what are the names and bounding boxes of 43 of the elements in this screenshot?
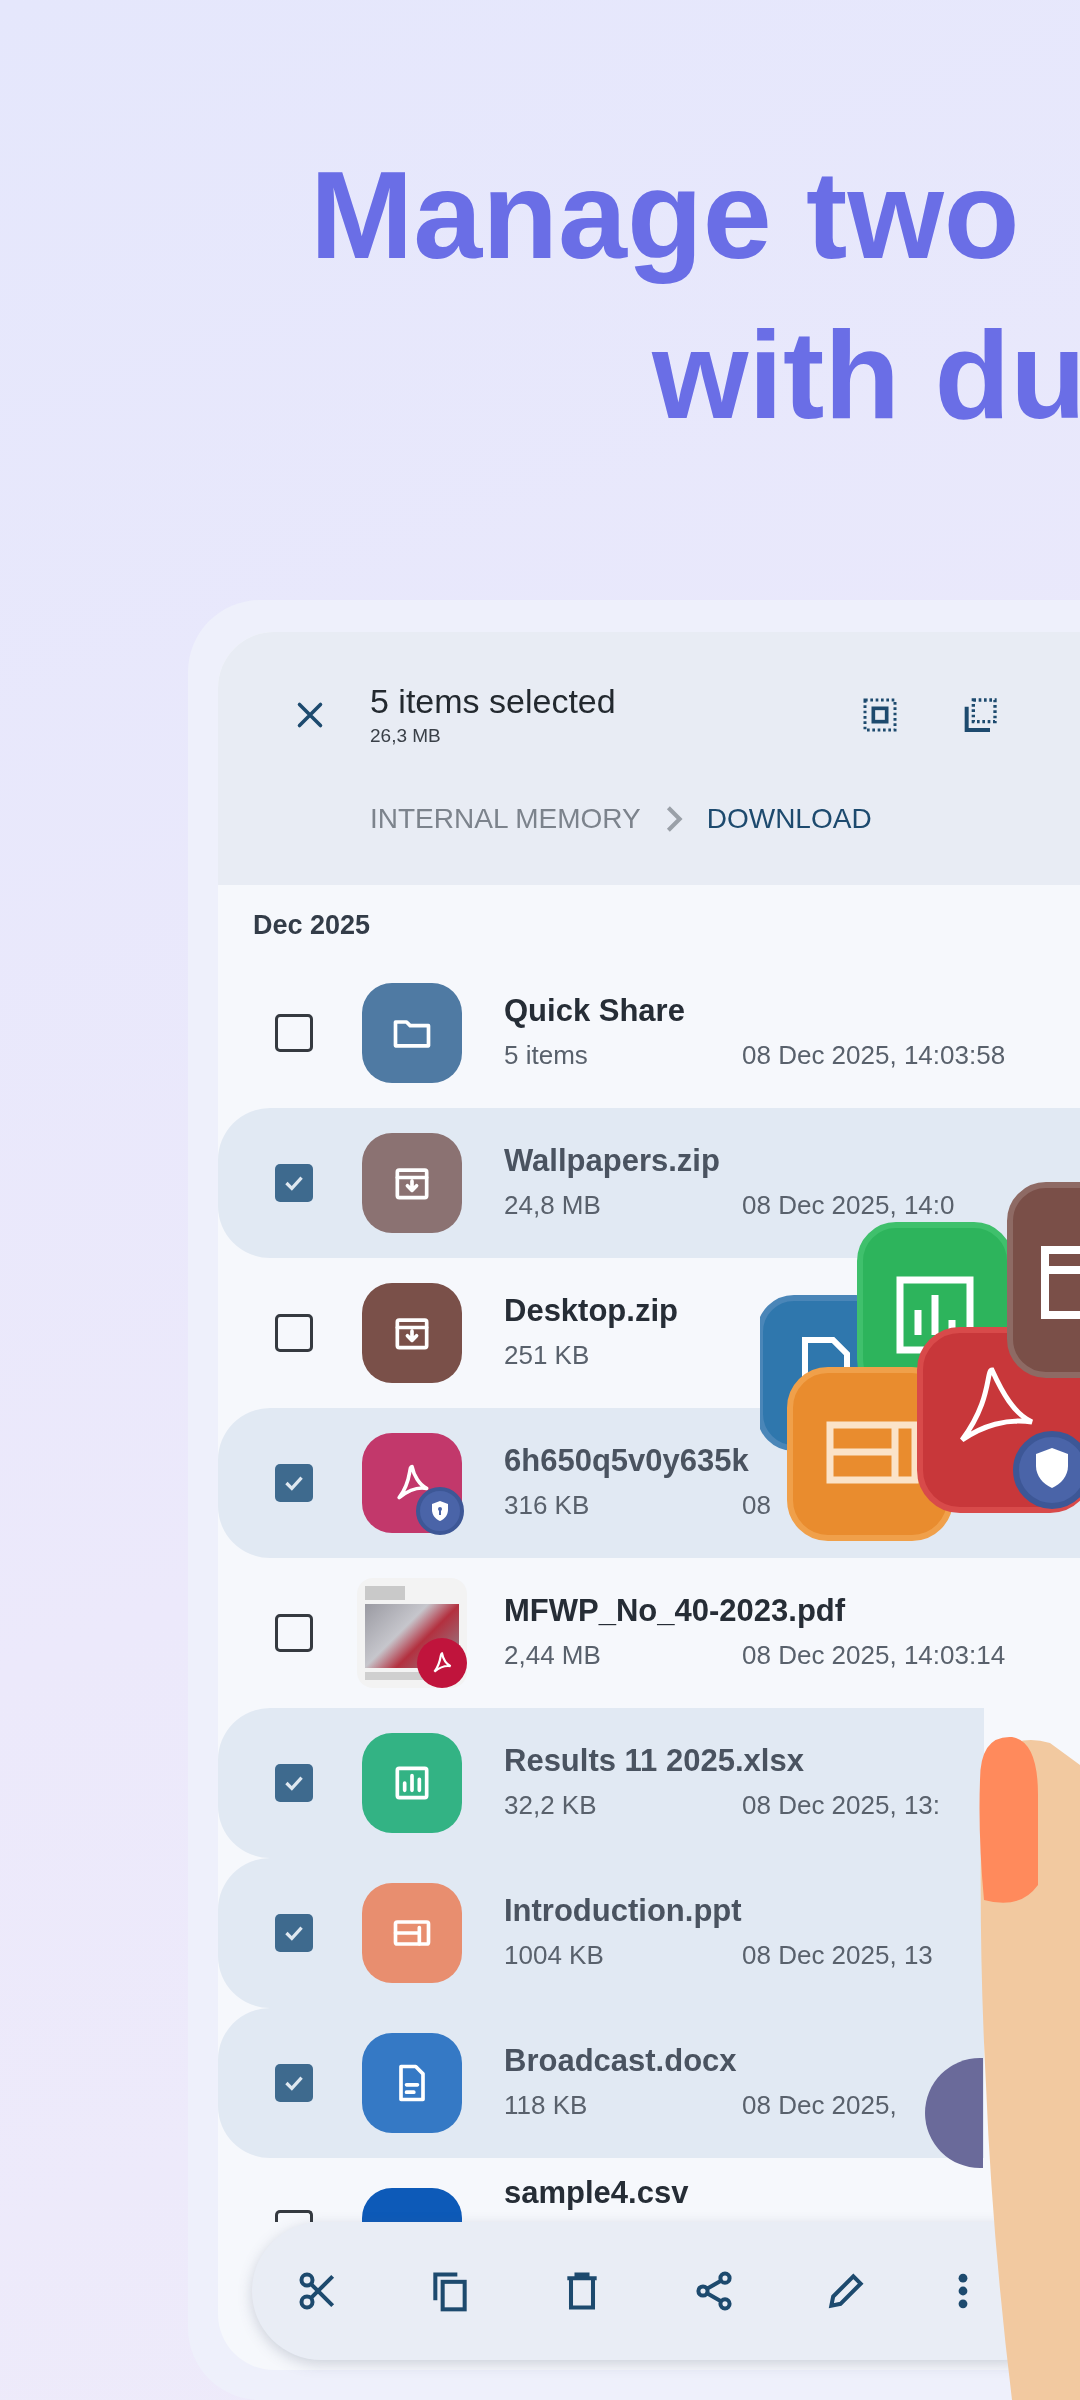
section-header: Dec 2025 — [253, 910, 371, 940]
checkbox[interactable] — [275, 1164, 313, 1202]
selected-row-background[interactable]: Broadcast.docx 118 KB 08 Dec 2025, — [218, 2008, 984, 2158]
file-date: 08 Dec 2025, 14:03:58 — [742, 1038, 1006, 1072]
selection-title: 5 items selected — [370, 680, 616, 722]
file-name: 6h650q5v0y635k — [504, 1441, 750, 1480]
file-name: Introduction.ppt — [504, 1891, 743, 1930]
file-name: Desktop.zip — [504, 1291, 679, 1330]
checkbox[interactable] — [275, 1464, 313, 1502]
breadcrumb-item[interactable]: DOWNLOAD — [706, 798, 872, 840]
file-date: 08 Dec 2025, — [742, 2088, 897, 2122]
file-name: Broadcast.docx — [504, 2041, 738, 2080]
checkbox[interactable] — [275, 1014, 313, 1052]
file-date: 08 Dec 2025, 14:03:14 — [742, 1638, 1006, 1672]
headline-text: Manage two — [309, 145, 1021, 286]
checkbox[interactable] — [275, 2064, 313, 2102]
file-size: 251 KB — [504, 1338, 591, 1372]
file-size: 24,8 MB — [504, 1188, 602, 1222]
file-size: 2,44 MB — [504, 1638, 602, 1672]
file-name: Quick Share — [504, 991, 686, 1030]
file-date: 08 — [742, 1488, 771, 1522]
file-size: 1004 KB — [504, 1938, 605, 1972]
headline-text: with du — [650, 305, 1080, 446]
breadcrumb-item[interactable]: INTERNAL MEMORY — [370, 798, 641, 840]
selected-row-background[interactable]: Results 11 2025.xlsx 32,2 KB 08 Dec 2025, 13: — [218, 1708, 984, 1858]
checkbox[interactable] — [275, 1764, 313, 1802]
file-date: 08 Dec 2025, 13: — [742, 1788, 941, 1822]
file-size: 316 KB — [504, 1488, 591, 1522]
checkbox[interactable] — [275, 1914, 313, 1952]
checkbox[interactable] — [275, 1314, 313, 1352]
file-size: 5 items — [504, 1038, 589, 1072]
file-size: 32,2 KB — [504, 1788, 598, 1822]
selected-row-background[interactable]: Introduction.ppt 1004 KB 08 Dec 2025, 13 — [218, 1858, 984, 2008]
file-size: 118 KB — [504, 2088, 589, 2122]
selected-row-background[interactable]: Wallpapers.zip 24,8 MB 08 Dec 2025, 14:0 — [218, 1108, 1080, 1258]
file-date: 08 Dec 2025, 13 — [742, 1938, 933, 1972]
file-name: Wallpapers.zip — [504, 1141, 721, 1180]
checkbox[interactable] — [275, 1614, 313, 1652]
file-date: 08 Dec 2025, 14:0 — [742, 1188, 955, 1222]
file-name: MFWP_No_40-2023.pdf — [504, 1591, 847, 1630]
file-name: sample4.csv — [504, 2174, 689, 2212]
file-name: Results 11 2025.xlsx — [504, 1741, 805, 1780]
selection-size: 26,3 MB — [370, 723, 442, 748]
